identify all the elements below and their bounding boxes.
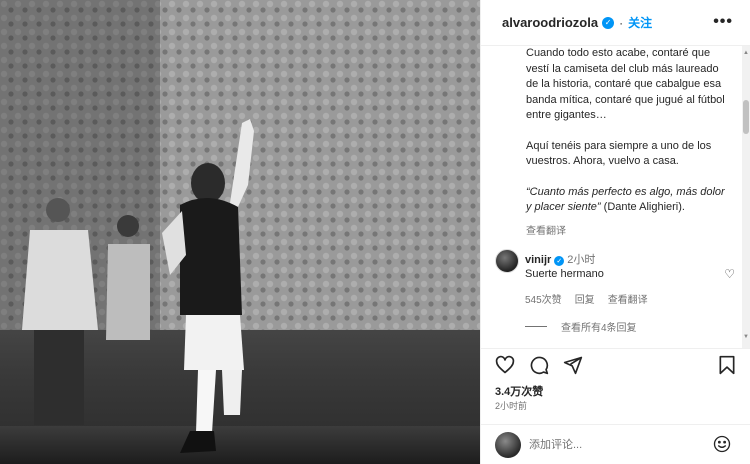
scrollbar-thumb[interactable]: [743, 100, 749, 134]
verified-badge-icon: ✓: [554, 256, 565, 266]
verified-badge-icon: ✓: [602, 16, 615, 29]
post-caption: Cuando todo esto acabe, contaré que vest…: [526, 46, 726, 231]
caption-paragraph-2: Aquí tenéis para siempre a uno de los vu…: [526, 139, 712, 168]
commenter-username[interactable]: vinijr: [525, 254, 551, 266]
comment-like-count[interactable]: 545次赞: [525, 291, 562, 306]
staff-figures: [22, 198, 150, 425]
caption-quote: “Cuanto más perfecto es algo, más dolor …: [526, 185, 726, 216]
action-icons-row: [495, 355, 583, 375]
scrollbar[interactable]: [742, 46, 750, 348]
post-details-panel: alvaroodriozola ✓ · 关注 ••• Cuando todo e…: [480, 0, 750, 464]
comment-like-heart-icon[interactable]: ♡: [724, 267, 735, 281]
comment-translate-link[interactable]: 查看翻译: [608, 291, 648, 306]
scroll-down-arrow-icon[interactable]: ▼: [743, 334, 749, 340]
more-options-icon[interactable]: •••: [713, 13, 733, 31]
comment-text: Suerte hermano: [525, 268, 604, 280]
like-count[interactable]: 3.4万次赞: [495, 383, 543, 399]
quote-author: (Dante Alighieri).: [603, 201, 685, 213]
comment-header: vinijr ✓ 2小时: [525, 251, 595, 267]
view-replies-button[interactable]: 查看所有4条回复: [525, 319, 637, 334]
author-username[interactable]: alvaroodriozola: [502, 15, 598, 30]
replies-line: [525, 326, 547, 327]
send-icon[interactable]: [563, 355, 583, 375]
current-user-avatar: [495, 432, 521, 458]
post-photo[interactable]: [0, 0, 480, 464]
view-replies-label: 查看所有4条回复: [561, 323, 637, 334]
comments-scroll-area[interactable]: Cuando todo esto acabe, contaré que vest…: [481, 46, 743, 348]
bookmark-icon: [719, 355, 735, 375]
player-figure: [162, 119, 254, 453]
header-separator: ·: [619, 15, 624, 30]
post-actions: 3.4万次赞 2小时前: [481, 348, 750, 434]
save-button[interactable]: [717, 355, 737, 380]
comment-input[interactable]: [529, 435, 699, 455]
comment-reply-button[interactable]: 回复: [575, 291, 595, 306]
caption-paragraph-1: Cuando todo esto acabe, contaré que vest…: [526, 47, 725, 121]
scroll-up-arrow-icon[interactable]: ▲: [743, 50, 749, 56]
post-header: alvaroodriozola ✓ · 关注 •••: [481, 0, 750, 46]
heart-icon[interactable]: [495, 355, 515, 375]
comment-icon[interactable]: [529, 355, 549, 375]
commenter-avatar[interactable]: [495, 249, 519, 273]
caption-translate-link[interactable]: 查看翻译: [526, 222, 566, 237]
comment-item: vinijr ✓ 2小时 Suerte hermano ♡ 545次赞 回复 查看翻…: [495, 249, 735, 339]
comment-meta: 545次赞 回复 查看翻译: [525, 291, 648, 306]
add-comment-bar: [481, 424, 750, 464]
emoji-icon[interactable]: [713, 435, 731, 453]
follow-button[interactable]: 关注: [628, 14, 652, 31]
comment-time: 2小时: [567, 254, 596, 266]
post-time[interactable]: 2小时前: [495, 399, 527, 412]
